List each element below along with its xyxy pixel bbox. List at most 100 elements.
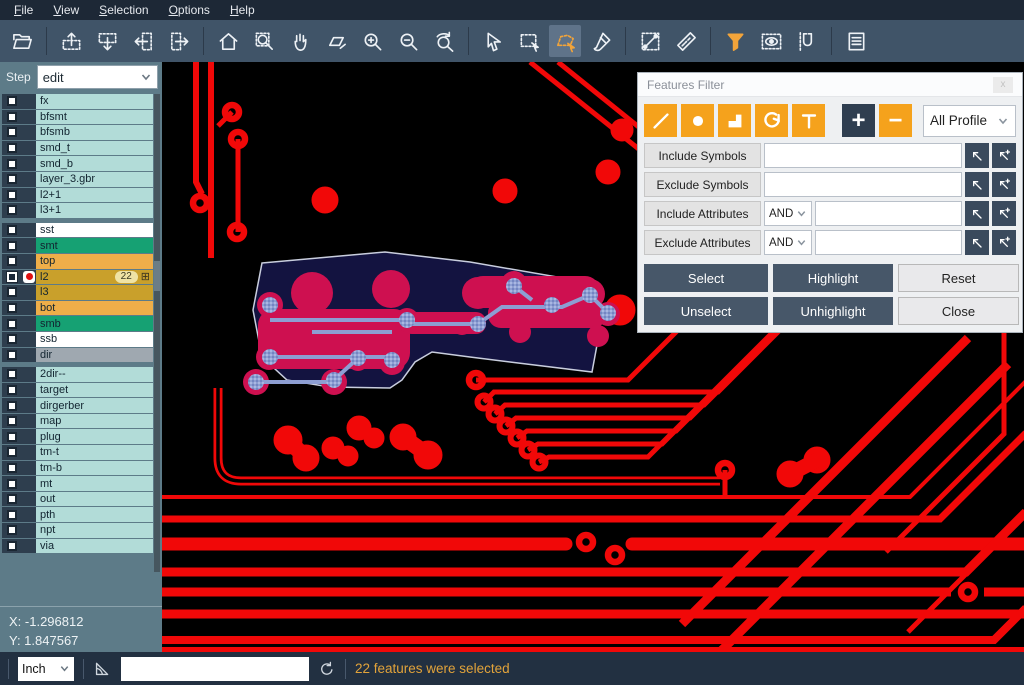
layer-row-map[interactable]: map [2,414,153,429]
layer-row-l3+1[interactable]: l3+1 [2,203,153,218]
layer-name[interactable]: sst [36,223,153,238]
layer-row-2dir--[interactable]: 2dir-- [2,367,153,382]
layer-row-mt[interactable]: mt [2,476,153,491]
menu-file[interactable]: File [4,1,43,19]
menu-options[interactable]: Options [159,1,220,19]
filter-label-button[interactable]: Exclude Attributes [644,230,761,255]
layer-row-smb[interactable]: smb [2,316,153,331]
filter-type-surface-button[interactable] [718,104,751,137]
layer-row-out[interactable]: out [2,492,153,507]
layer-row-l2+1[interactable]: l2+1 [2,188,153,203]
remove-filter-button[interactable]: − [879,104,912,137]
layer-row-tm-t[interactable]: tm-t [2,445,153,460]
layer-visibility-checkbox[interactable] [2,523,22,538]
layer-name[interactable]: map [36,414,153,429]
layer-row-smt[interactable]: smt [2,238,153,253]
pick-from-canvas-button[interactable] [965,143,989,168]
layer-row-l2[interactable]: l222⊞ [2,270,153,285]
layer-name[interactable]: top [36,254,153,269]
layer-visibility-checkbox[interactable] [2,414,22,429]
command-input[interactable] [121,657,309,681]
layer-name[interactable]: dirgerber [36,398,153,413]
and-or-select[interactable]: AND [764,230,812,255]
zoom-out-button[interactable] [392,25,424,57]
layer-name[interactable]: smd_t [36,141,153,156]
pcb-canvas[interactable]: Features Filter x +−All Profile Include … [162,62,1024,652]
layer-row-bot[interactable]: bot [2,301,153,316]
filter-type-pad-button[interactable] [681,104,714,137]
layer-name[interactable]: out [36,492,153,507]
layer-visibility-checkbox[interactable] [2,461,22,476]
layer-name[interactable]: target [36,383,153,398]
layer-name[interactable]: mt [36,476,153,491]
layer-row-npt[interactable]: npt [2,523,153,538]
layer-name[interactable]: dir [36,348,153,363]
ruler-button[interactable] [670,25,702,57]
layer-name[interactable]: bot [36,301,153,316]
measure-distance-button[interactable] [634,25,666,57]
home-view-button[interactable] [212,25,244,57]
highlight-button[interactable]: Highlight [773,264,893,292]
layer-visibility-checkbox[interactable] [2,125,22,140]
grid-icon[interactable]: ⊞ [141,270,150,283]
pick-from-canvas-button[interactable] [965,172,989,197]
pan-hand-button[interactable] [284,25,316,57]
layer-row-ssb[interactable]: ssb [2,332,153,347]
filter-type-arc-button[interactable] [755,104,788,137]
layer-name[interactable]: plug [36,429,153,444]
layer-name[interactable]: via [36,539,153,554]
layer-visibility-checkbox[interactable] [2,507,22,522]
layer-name[interactable]: fx [36,94,153,109]
layer-visibility-checkbox[interactable] [2,429,22,444]
zoom-in-button[interactable] [356,25,388,57]
layer-name[interactable]: npt [36,523,153,538]
filter-type-text-button[interactable] [792,104,825,137]
close-button[interactable]: Close [898,297,1019,325]
dialog-title-bar[interactable]: Features Filter x [638,73,1022,97]
layer-name[interactable]: l222⊞ [36,270,153,285]
layer-visibility-checkbox[interactable] [2,94,22,109]
layer-name[interactable]: ssb [36,332,153,347]
layer-visibility-checkbox[interactable] [2,270,22,285]
zoom-previous-button[interactable] [428,25,460,57]
layer-visibility-checkbox[interactable] [2,348,22,363]
pick-add-from-canvas-button[interactable] [992,230,1016,255]
layer-visibility-checkbox[interactable] [2,188,22,203]
menu-selection[interactable]: Selection [89,1,158,19]
zoom-polygon-button[interactable] [320,25,352,57]
layer-visibility-checkbox[interactable] [2,332,22,347]
add-filter-button[interactable]: + [842,104,875,137]
pick-add-from-canvas-button[interactable] [992,201,1016,226]
select-cursor-button[interactable] [477,25,509,57]
angle-measure-icon[interactable] [93,659,112,678]
select-polygon-button[interactable] [549,25,581,57]
layer-visibility-checkbox[interactable] [2,203,22,218]
filter-value-input[interactable] [764,172,962,197]
layer-visibility-checkbox[interactable] [2,238,22,253]
layer-name[interactable]: smd_b [36,156,153,171]
layer-visibility-checkbox[interactable] [2,172,22,187]
layer-visibility-checkbox[interactable] [2,141,22,156]
layer-visibility-checkbox[interactable] [2,223,22,238]
panel-arrow-down-button[interactable] [91,25,123,57]
layers-table-button[interactable] [840,25,872,57]
pick-from-canvas-button[interactable] [965,201,989,226]
layer-visibility-checkbox[interactable] [2,445,22,460]
layer-row-sst[interactable]: sst [2,223,153,238]
layer-name[interactable]: bfsmb [36,125,153,140]
layer-visibility-checkbox[interactable] [2,383,22,398]
layer-name[interactable]: 2dir-- [36,367,153,382]
profile-select[interactable]: All Profile [923,105,1016,137]
filter-label-button[interactable]: Include Symbols [644,143,761,168]
filter-value-input[interactable] [764,143,962,168]
and-or-select[interactable]: AND [764,201,812,226]
layer-visibility-checkbox[interactable] [2,285,22,300]
filter-type-line-button[interactable] [644,104,677,137]
zoom-area-button[interactable] [248,25,280,57]
layer-visibility-checkbox[interactable] [2,367,22,382]
pick-add-from-canvas-button[interactable] [992,143,1016,168]
layer-row-top[interactable]: top [2,254,153,269]
layer-name[interactable]: l3 [36,285,153,300]
filter-value-input[interactable] [815,201,962,226]
layer-name[interactable]: pth [36,507,153,522]
